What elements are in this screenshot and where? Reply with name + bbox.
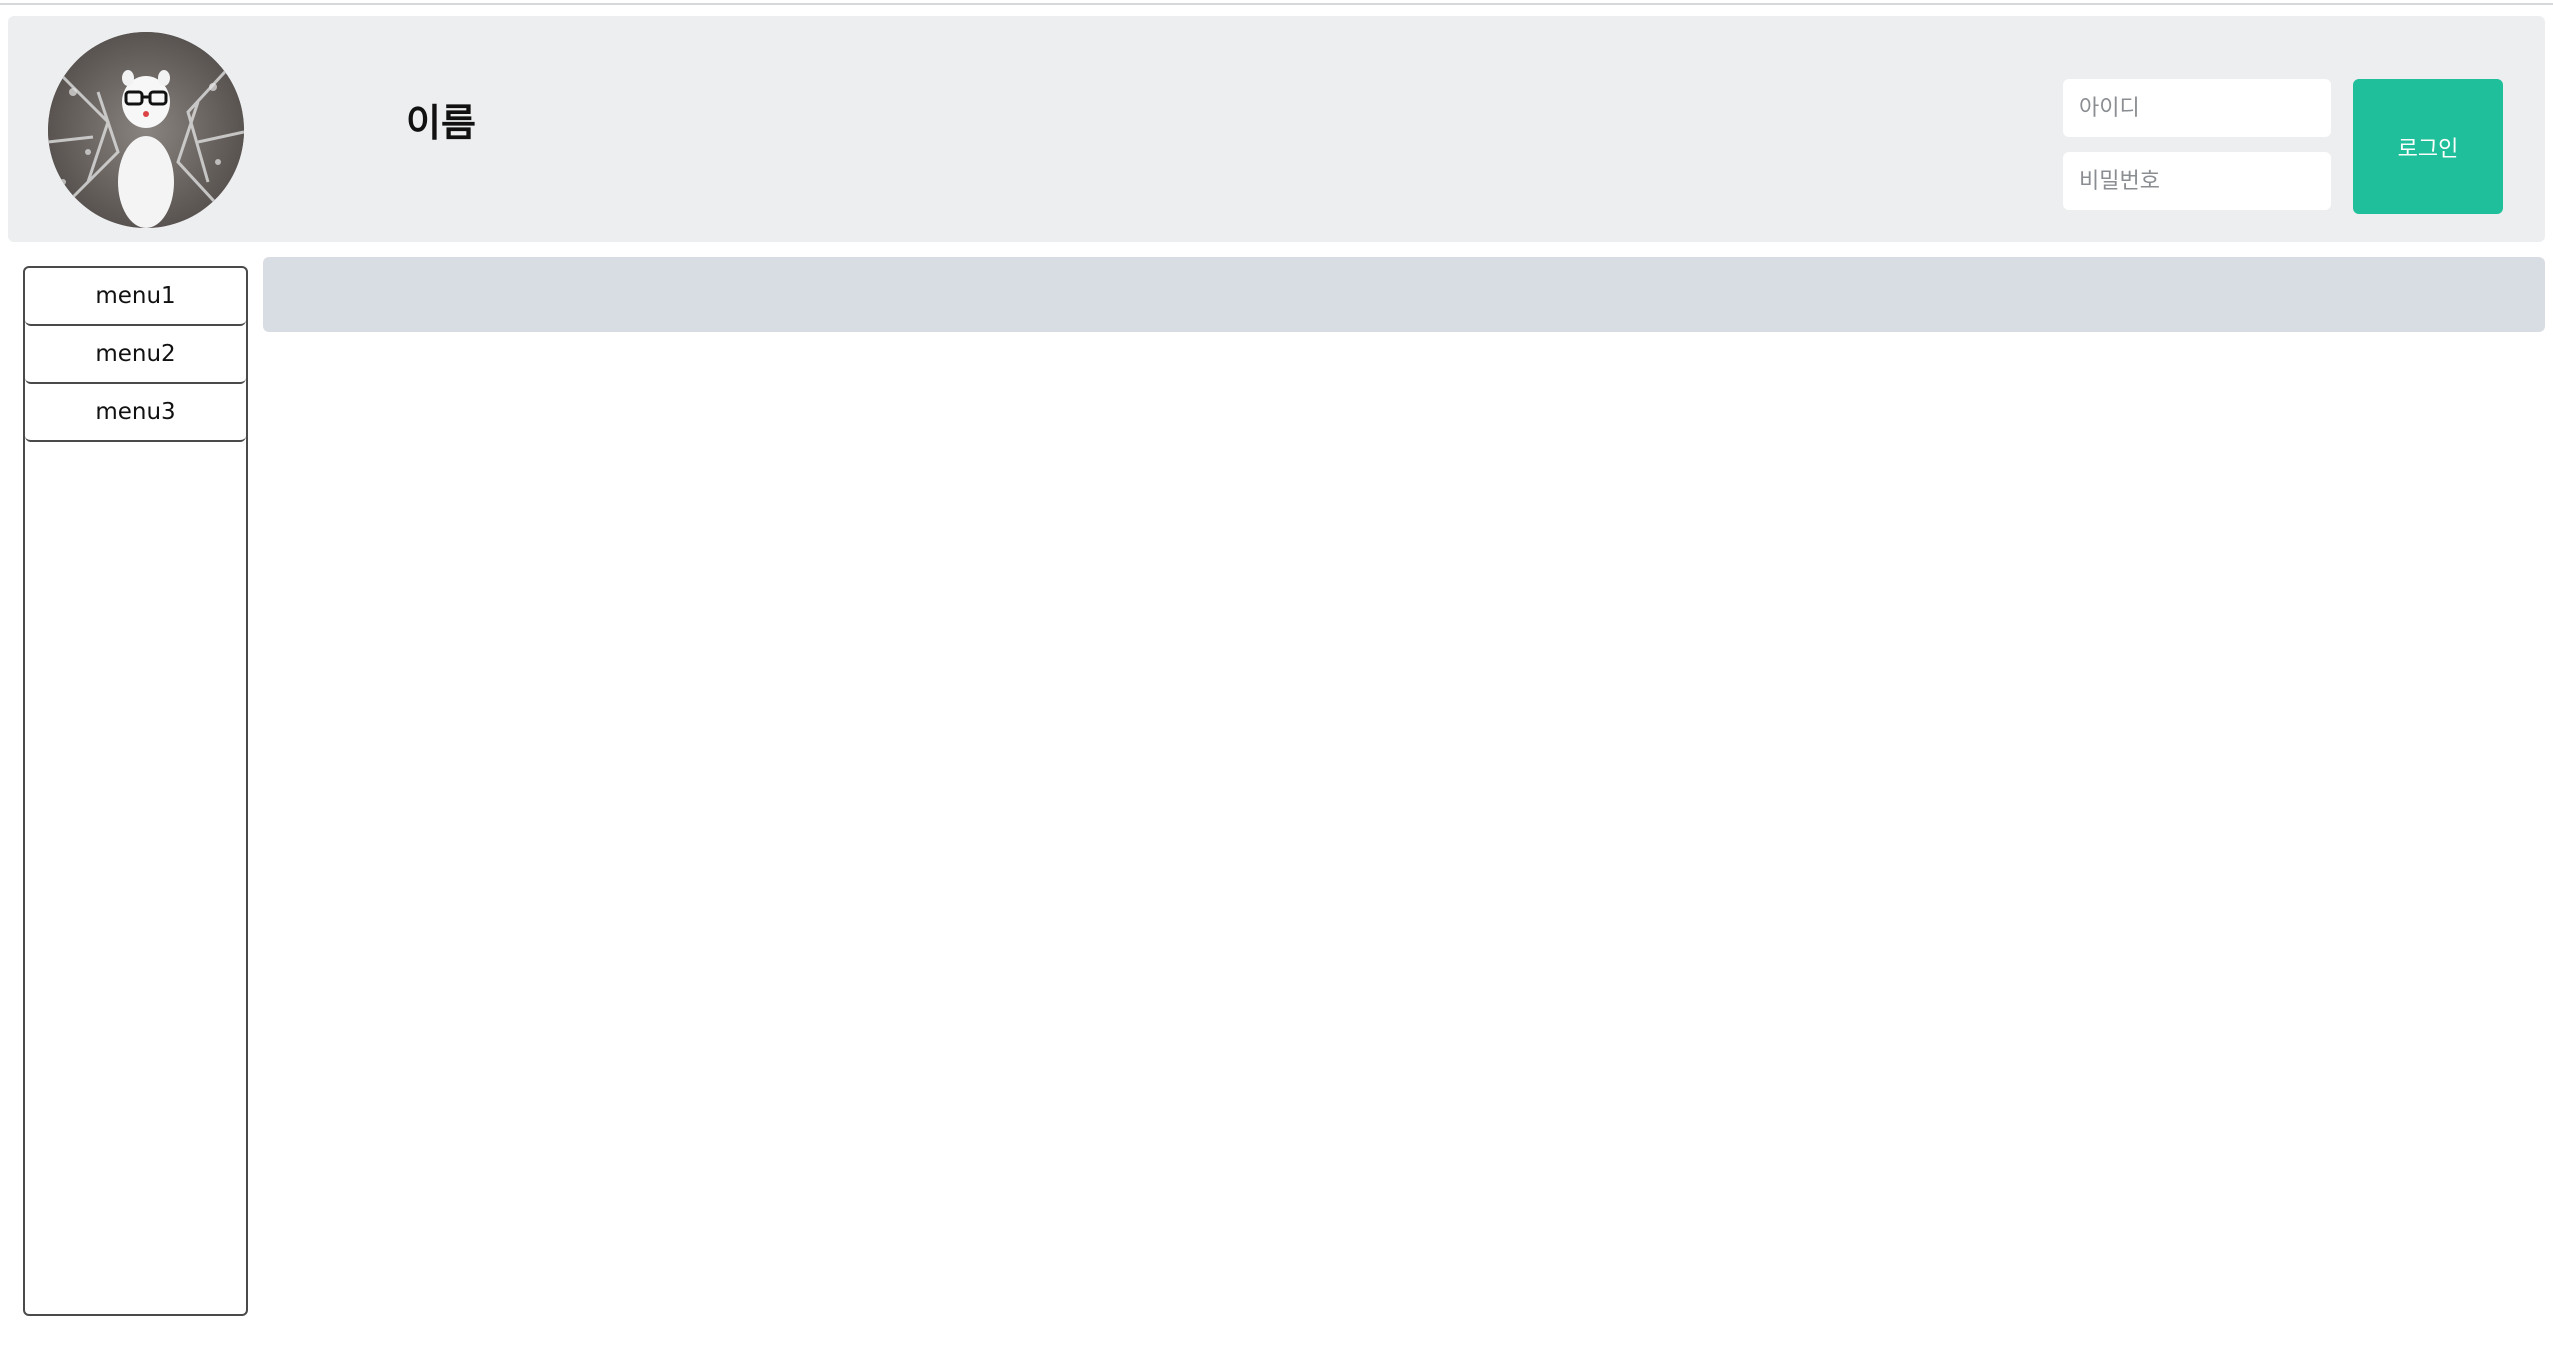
- sidebar: menu1 menu2 menu3: [23, 266, 248, 1316]
- avatar-image: [48, 32, 244, 228]
- login-form: 로그인: [2063, 63, 2503, 214]
- id-input[interactable]: [2063, 79, 2331, 137]
- sidebar-item-menu2[interactable]: menu2: [25, 326, 246, 384]
- sidebar-item-menu1[interactable]: menu1: [25, 268, 246, 326]
- top-divider: [0, 0, 2553, 5]
- content-header-bar: [263, 257, 2545, 332]
- login-button[interactable]: 로그인: [2353, 79, 2503, 214]
- sidebar-item-menu3[interactable]: menu3: [25, 384, 246, 442]
- header: 이름 로그인: [8, 16, 2545, 242]
- page-title: 이름: [406, 101, 476, 145]
- avatar: [48, 32, 244, 228]
- password-input[interactable]: [2063, 152, 2331, 210]
